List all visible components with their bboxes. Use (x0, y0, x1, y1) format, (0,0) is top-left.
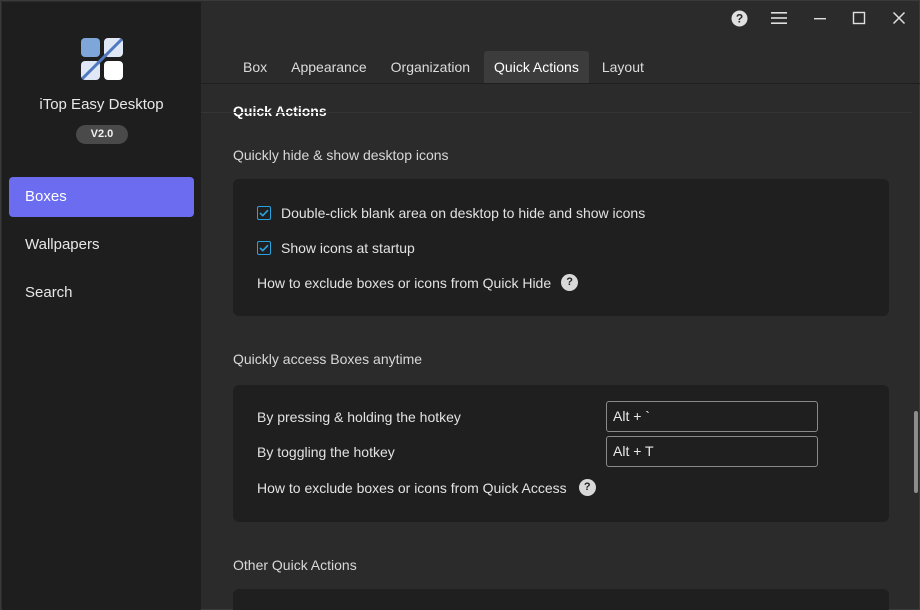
other-quick-actions-panel (233, 589, 889, 610)
hold-hotkey-label: By pressing & holding the hotkey (257, 409, 461, 425)
scrollbar-thumb[interactable] (914, 411, 918, 493)
scrollbar[interactable] (912, 84, 920, 610)
section-divider (201, 112, 912, 113)
quick-hide-panel: Double-click blank area on desktop to hi… (233, 179, 889, 316)
quick-hide-exclude-help: How to exclude boxes or icons from Quick… (257, 274, 579, 291)
double-click-checkbox[interactable] (257, 206, 271, 220)
sidebar: iTop Easy Desktop V2.0 Boxes Wallpapers … (2, 2, 201, 610)
double-click-option[interactable]: Double-click blank area on desktop to hi… (257, 205, 645, 221)
tab-quick-actions[interactable]: Quick Actions (484, 51, 589, 83)
check-icon (259, 244, 269, 252)
tab-layout[interactable]: Layout (592, 51, 654, 83)
tab-box[interactable]: Box (233, 51, 277, 83)
quick-hide-exclude-label: How to exclude boxes or icons from Quick… (257, 274, 552, 291)
svg-text:?: ? (735, 11, 742, 25)
minimize-icon[interactable] (809, 7, 831, 29)
show-at-startup-option[interactable]: Show icons at startup (257, 240, 415, 256)
tab-appearance[interactable]: Appearance (281, 51, 377, 83)
show-at-startup-label: Show icons at startup (281, 240, 415, 256)
sidebar-item-wallpapers[interactable]: Wallpapers (9, 225, 194, 265)
quick-access-subtitle: Quickly access Boxes anytime (233, 351, 423, 367)
close-icon[interactable] (888, 7, 910, 29)
app-window: iTop Easy Desktop V2.0 Boxes Wallpapers … (0, 0, 920, 610)
check-icon (259, 209, 269, 217)
settings-tabs: Box Appearance Organization Quick Action… (201, 51, 654, 83)
quick-access-panel: By pressing & holding the hotkey Alt + `… (233, 385, 889, 522)
maximize-icon[interactable] (848, 7, 870, 29)
settings-content: Quick Actions Quickly hide & show deskto… (201, 84, 912, 610)
tab-organization[interactable]: Organization (381, 51, 480, 83)
version-badge: V2.0 (76, 125, 128, 144)
sidebar-item-search[interactable]: Search (9, 273, 194, 313)
help-icon[interactable]: ? (561, 274, 579, 291)
toggle-hotkey-label: By toggling the hotkey (257, 444, 395, 460)
help-icon[interactable]: ? (578, 479, 596, 496)
other-quick-actions-subtitle: Other Quick Actions (233, 557, 357, 573)
section-title: Quick Actions (233, 103, 327, 119)
app-name: iTop Easy Desktop (39, 96, 164, 113)
sidebar-item-boxes[interactable]: Boxes (9, 177, 194, 217)
help-icon[interactable]: ? (728, 7, 750, 29)
sidebar-nav: Boxes Wallpapers Search (9, 177, 194, 321)
hold-hotkey-input[interactable]: Alt + ` (606, 401, 818, 432)
toggle-hotkey-input[interactable]: Alt + T (606, 436, 818, 467)
show-at-startup-checkbox[interactable] (257, 241, 271, 255)
menu-icon[interactable] (768, 7, 790, 29)
app-logo-icon (81, 38, 123, 80)
double-click-label: Double-click blank area on desktop to hi… (281, 205, 646, 221)
quick-access-exclude-label: How to exclude boxes or icons from Quick… (257, 479, 567, 496)
quick-hide-subtitle: Quickly hide & show desktop icons (233, 147, 449, 163)
quick-access-exclude-help: How to exclude boxes or icons from Quick… (257, 479, 596, 496)
